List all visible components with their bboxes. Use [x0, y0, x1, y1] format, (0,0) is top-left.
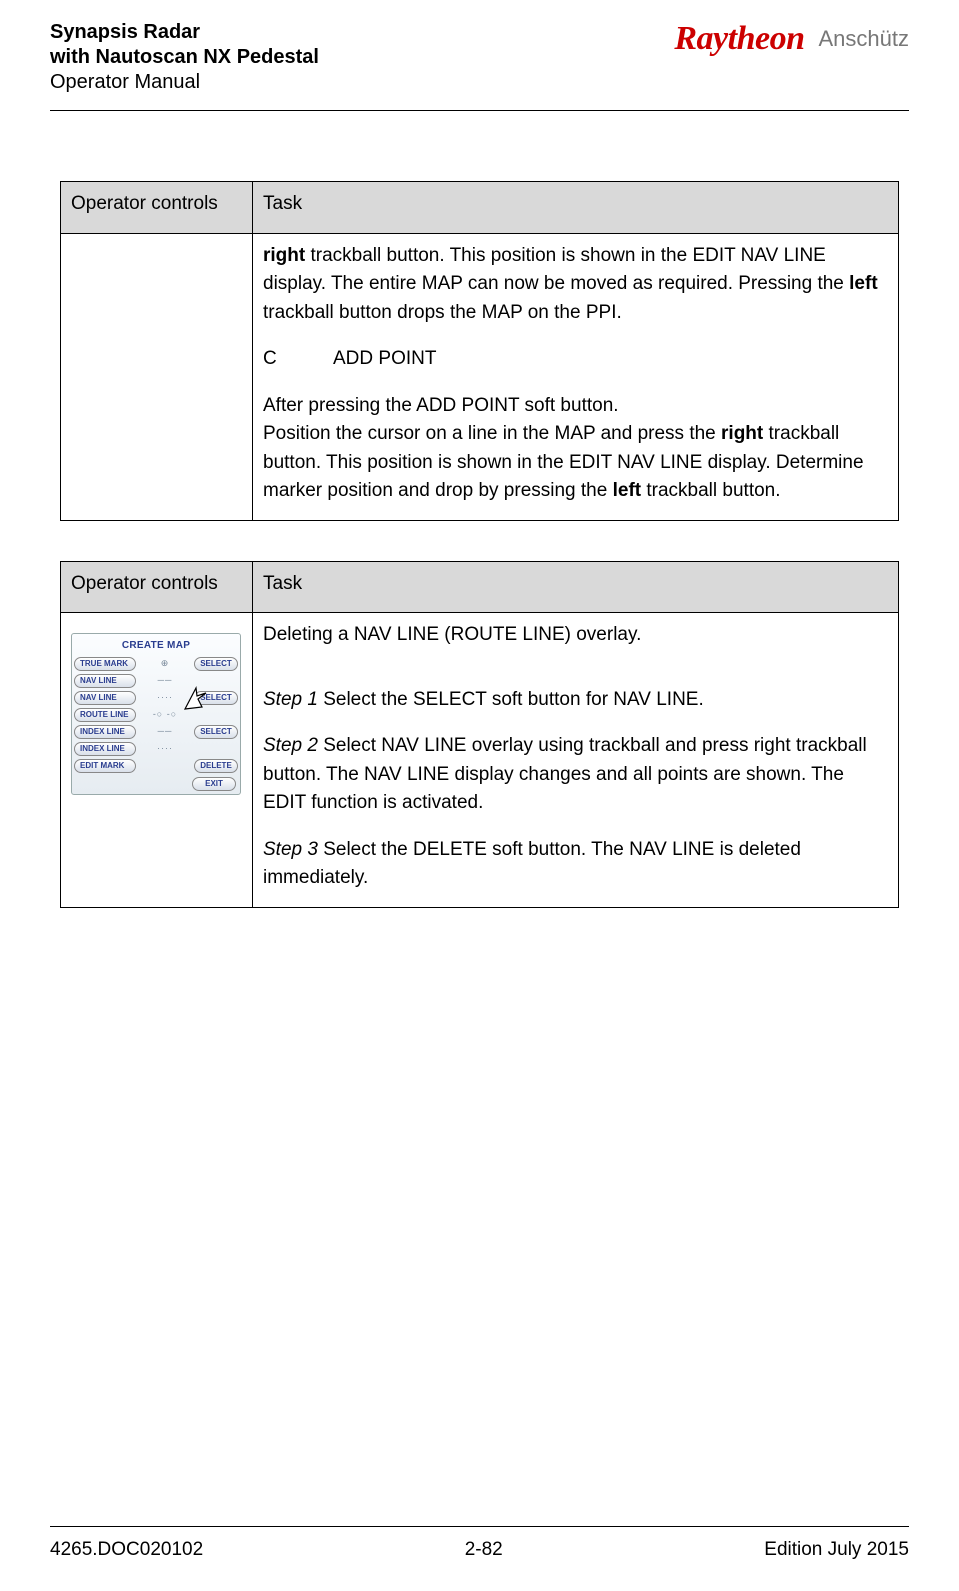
footer-doc-id: 4265.DOC020102 [50, 1539, 203, 1561]
panel-row: EDIT MARK DELETE [74, 758, 238, 774]
panel-left-button[interactable]: INDEX LINE [74, 725, 136, 739]
panel-mid-symbol: -○ -○ [139, 708, 191, 722]
panel-row: NAV LINE── [74, 673, 238, 689]
t1-task-cell: right trackball button. This position is… [253, 233, 899, 520]
panel-title: CREATE MAP [74, 636, 238, 656]
panel-mid-symbol: ···· [139, 742, 191, 756]
header-title-block: Synapsis Radar with Nautoscan NX Pedesta… [50, 20, 319, 95]
t2-task-cell: Deleting a NAV LINE (ROUTE LINE) overlay… [253, 613, 899, 908]
logo-block: Raytheon Anschütz [674, 20, 909, 58]
t2-header-task: Task [253, 561, 899, 613]
panel-rows: TRUE MARK⊕SELECTNAV LINE──NAV LINE····SE… [74, 656, 238, 774]
t1-controls-cell [61, 233, 253, 520]
panel-right-button[interactable]: SELECT [194, 691, 238, 705]
title-line-1: Synapsis Radar [50, 20, 319, 45]
panel-row: INDEX LINE──SELECT [74, 724, 238, 740]
page-content: Operator controls Task right trackball b… [50, 111, 909, 1526]
panel-left-button[interactable]: ROUTE LINE [74, 708, 136, 722]
panel-left-button[interactable]: INDEX LINE [74, 742, 136, 756]
panel-row: ROUTE LINE-○ -○ [74, 707, 238, 723]
t2-step2: Step 2 Select NAV LINE overlay using tra… [263, 732, 888, 818]
panel-row: INDEX LINE···· [74, 741, 238, 757]
t1-para2: After pressing the ADD POINT soft button… [263, 392, 888, 506]
panel-row: NAV LINE····SELECT [74, 690, 238, 706]
panel-right-button[interactable]: SELECT [194, 657, 238, 671]
panel-left-button[interactable]: NAV LINE [74, 691, 136, 705]
task-table-1: Operator controls Task right trackball b… [60, 181, 899, 521]
panel-right-button[interactable]: DELETE [194, 759, 238, 773]
t1-sub-c: CADD POINT [263, 345, 888, 374]
raytheon-logo: Raytheon [674, 20, 804, 58]
panel-mid-symbol: ⊕ [139, 657, 191, 671]
t2-step1: Step 1 Select the SELECT soft button for… [263, 686, 888, 715]
panel-left-button[interactable]: EDIT MARK [74, 759, 136, 773]
task-table-2: Operator controls Task CREATE MAP TRUE M… [60, 561, 899, 908]
panel-mid-symbol: ···· [139, 691, 191, 705]
panel-footer: EXIT [74, 775, 238, 792]
t2-step3: Step 3 Select the DELETE soft button. Th… [263, 836, 888, 893]
panel-mid-symbol: ── [139, 725, 191, 739]
footer-edition: Edition July 2015 [764, 1539, 909, 1561]
title-line-3: Operator Manual [50, 70, 319, 95]
exit-button[interactable]: EXIT [192, 777, 236, 791]
t1-para1: right trackball button. This position is… [263, 242, 888, 328]
title-line-2: with Nautoscan NX Pedestal [50, 45, 319, 70]
panel-right-button[interactable]: SELECT [194, 725, 238, 739]
page-header: Synapsis Radar with Nautoscan NX Pedesta… [50, 20, 909, 111]
t1-header-controls: Operator controls [61, 182, 253, 234]
footer-page-num: 2-82 [465, 1539, 503, 1561]
page-footer: 4265.DOC020102 2-82 Edition July 2015 [50, 1526, 909, 1561]
t2-intro: Deleting a NAV LINE (ROUTE LINE) overlay… [263, 621, 888, 650]
t2-controls-cell: CREATE MAP TRUE MARK⊕SELECTNAV LINE──NAV… [61, 613, 253, 908]
panel-left-button[interactable]: NAV LINE [74, 674, 136, 688]
panel-row: TRUE MARK⊕SELECT [74, 656, 238, 672]
t2-header-controls: Operator controls [61, 561, 253, 613]
create-map-panel: CREATE MAP TRUE MARK⊕SELECTNAV LINE──NAV… [71, 633, 241, 795]
panel-left-button[interactable]: TRUE MARK [74, 657, 136, 671]
t1-header-task: Task [253, 182, 899, 234]
panel-mid-symbol: ── [139, 674, 191, 688]
anschutz-logo: Anschütz [819, 26, 910, 52]
